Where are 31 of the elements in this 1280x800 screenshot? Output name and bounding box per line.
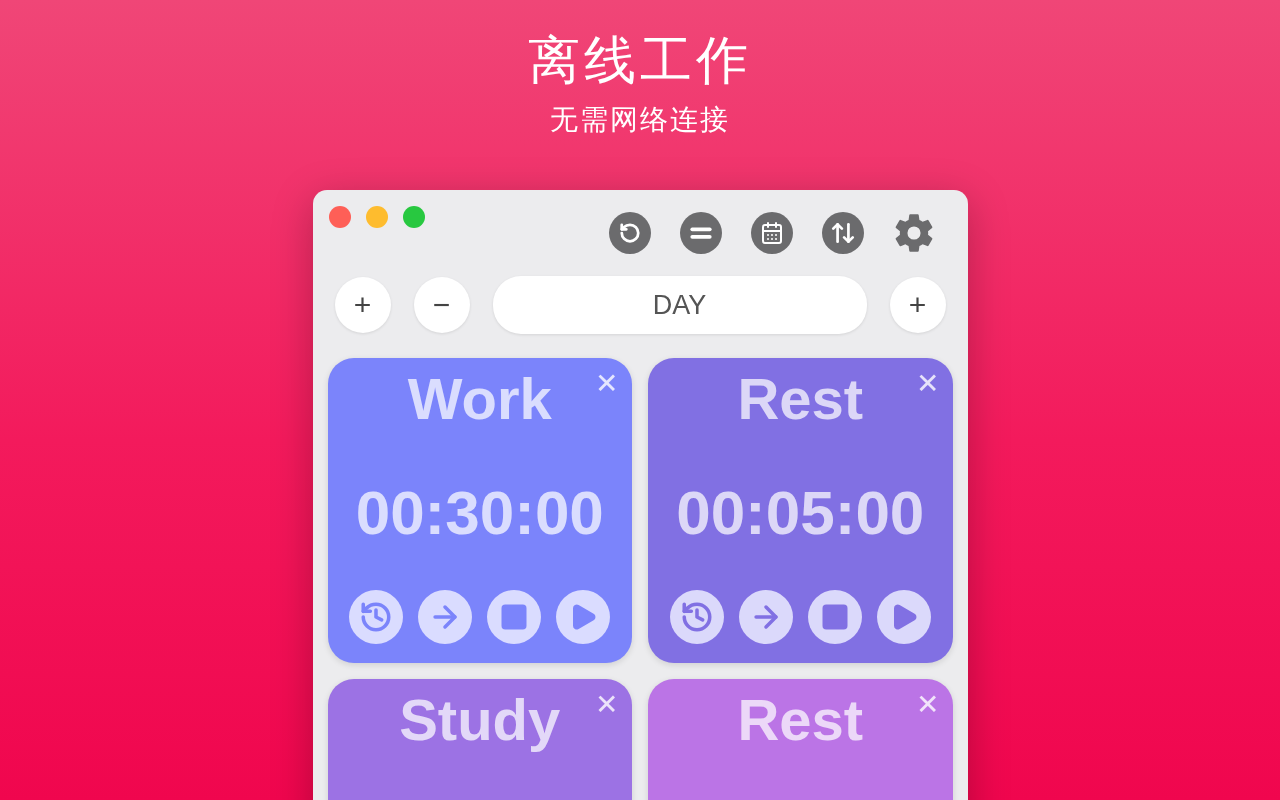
calendar-icon	[759, 221, 784, 245]
play-button[interactable]	[876, 590, 931, 644]
restart-button[interactable]	[349, 590, 404, 644]
text-field[interactable]: DAY	[492, 276, 867, 334]
subtitle: 无需网络连接	[550, 103, 730, 137]
add-button[interactable]: +	[889, 277, 946, 333]
timer-title: Study	[399, 686, 561, 754]
undo-icon	[618, 222, 641, 244]
stop-icon	[499, 602, 530, 632]
equal-button[interactable]	[679, 212, 722, 254]
reset-button[interactable]	[608, 212, 651, 254]
timer-title: Rest	[737, 365, 864, 433]
timer-time: 00:30:00	[355, 477, 604, 549]
next-button[interactable]	[738, 590, 793, 644]
headline: 离线工作	[528, 30, 752, 91]
timer-time: 00:05:00	[676, 477, 925, 549]
timer-title: Work	[407, 365, 552, 433]
remove-button[interactable]: −	[413, 277, 470, 333]
add-button[interactable]: +	[334, 277, 391, 333]
calendar-button[interactable]	[750, 212, 793, 254]
stop-button[interactable]	[487, 590, 542, 644]
restart-icon	[679, 600, 714, 634]
close-window-button[interactable]	[328, 206, 351, 228]
up-down-arrows-icon	[829, 220, 856, 246]
timer-title: Rest	[737, 686, 864, 754]
next-button[interactable]	[418, 590, 473, 644]
play-button[interactable]	[556, 590, 611, 644]
restart-button[interactable]	[669, 590, 724, 644]
zoom-window-button[interactable]	[402, 206, 425, 228]
stop-button[interactable]	[807, 590, 862, 644]
sort-button[interactable]	[821, 212, 864, 254]
